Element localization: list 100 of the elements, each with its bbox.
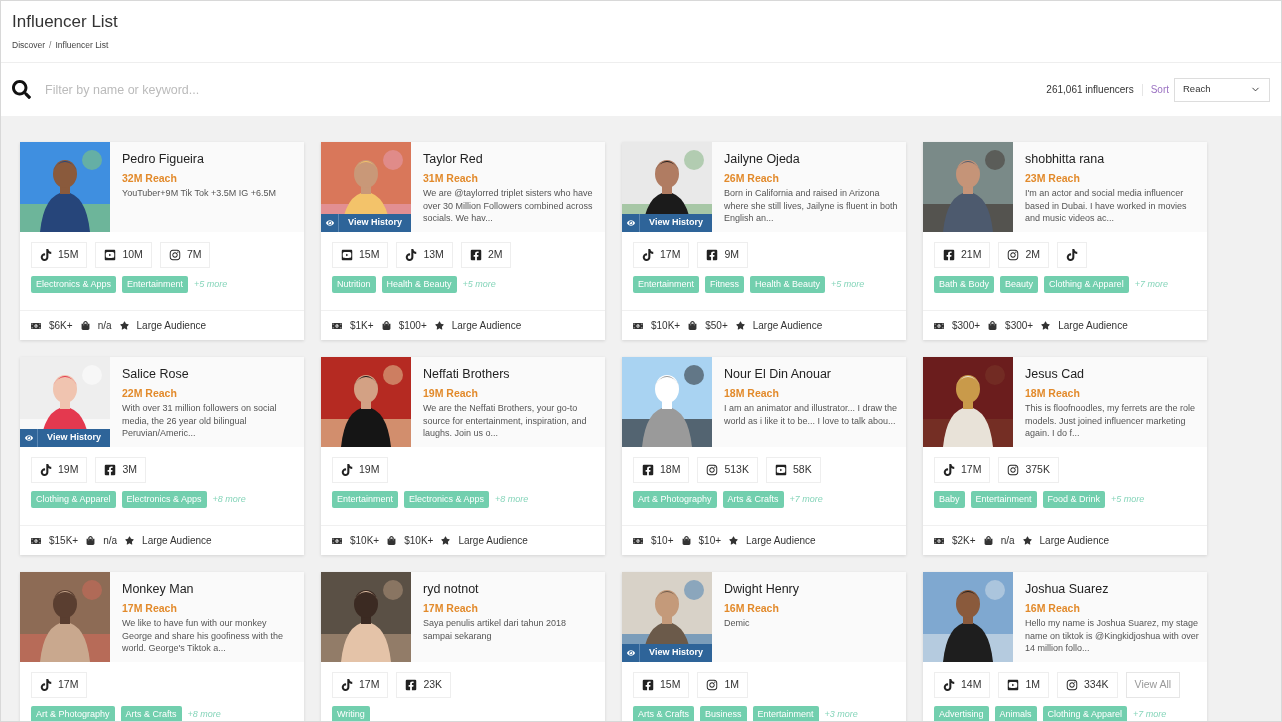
view-history-button[interactable]: View History bbox=[622, 644, 712, 662]
influencer-name[interactable]: Jesus Cad bbox=[1025, 366, 1199, 382]
bio-text: YouTuber+9M Tik Tok +3.5M IG +6.5M bbox=[122, 187, 276, 200]
category-tag: Entertainment bbox=[332, 491, 399, 508]
platform-stat: 13M bbox=[396, 242, 453, 268]
money-icon bbox=[332, 320, 342, 331]
category-tag: Art & Photography bbox=[31, 706, 115, 721]
product-value: n/a bbox=[1000, 534, 1015, 548]
platform-stat: 2M bbox=[998, 242, 1050, 268]
platform-stat: 17M bbox=[633, 242, 690, 268]
instagram-icon bbox=[706, 679, 719, 691]
money-icon bbox=[934, 535, 944, 546]
platform-stat: 513K bbox=[697, 457, 758, 483]
search-field[interactable]: Filter by name or keyword... bbox=[1, 63, 1047, 116]
reach-value: 31M Reach bbox=[423, 171, 479, 185]
influencer-card[interactable] bbox=[321, 357, 605, 555]
influencer-card[interactable] bbox=[622, 142, 906, 340]
facebook-icon bbox=[104, 464, 117, 476]
bio-text: We are @taylorred triplet sisters who have over 30 Million Followers combined across socials. We hav... bbox=[423, 187, 594, 225]
category-tag: Clothing & Apparel bbox=[1044, 276, 1129, 293]
influencer-name[interactable]: Neffati Brothers bbox=[423, 366, 597, 382]
price-value: $10K+ bbox=[651, 319, 681, 333]
influencer-card[interactable]: View History Dwight Henry 16M Reach Demic 15M 1M Arts & Crafts Business Entertainment +3 more bbox=[622, 572, 906, 721]
influencer-card[interactable] bbox=[923, 142, 1207, 340]
influencer-name[interactable]: shobhitta rana bbox=[1025, 151, 1199, 167]
product-value: $10+ bbox=[698, 534, 722, 548]
instagram-icon bbox=[1007, 464, 1020, 476]
category-tag: Electronics & Apps bbox=[121, 491, 207, 508]
influencer-card[interactable] bbox=[622, 357, 906, 555]
platform-stat: 17M bbox=[332, 672, 389, 698]
platform-stat: 19M bbox=[332, 457, 389, 483]
influencer-card[interactable]: Monkey Man 17M Reach We like to have fun with our monkey George and share his goofiness with the world. George's Tiktok a... 17M Art & Photography Arts & Crafts +8 more bbox=[20, 572, 304, 721]
influencer-card[interactable] bbox=[321, 142, 605, 340]
platform-stat: 19M bbox=[31, 457, 88, 483]
tiktok-icon bbox=[405, 249, 418, 261]
influencer-name[interactable]: Monkey Man bbox=[122, 581, 296, 597]
platform-stat: 15M bbox=[332, 242, 389, 268]
sort-dropdown[interactable]: Reach bbox=[1174, 77, 1270, 102]
tiktok-icon bbox=[943, 464, 955, 476]
category-tag: Health & Beauty bbox=[750, 276, 826, 293]
platform-stat: 15M bbox=[633, 672, 690, 698]
influencer-name[interactable]: Dwight Henry bbox=[724, 581, 800, 597]
reach-value: 18M Reach bbox=[724, 386, 780, 400]
bio-text: With over 31 million followers on social media, the 26 year old bilingual Peruvian/Americ... bbox=[122, 402, 278, 440]
bag-icon bbox=[381, 321, 391, 330]
category-tag: Entertainment bbox=[122, 276, 189, 293]
influencer-name[interactable]: Nour El Din Anouar bbox=[724, 366, 898, 382]
tiktok-icon bbox=[341, 679, 353, 691]
influencer-card[interactable] bbox=[20, 357, 304, 555]
price-value: $300+ bbox=[952, 319, 981, 333]
category-tag: Writing bbox=[332, 706, 370, 721]
platform-stat: 17M bbox=[934, 457, 991, 483]
page-title: Influencer List bbox=[12, 11, 119, 33]
influencer-card[interactable]: ryd notnot 17M Reach Saya penulis artikel dari tahun 2018 sampai sekarang 17M 23K Writing bbox=[321, 572, 605, 721]
product-value: n/a bbox=[103, 534, 118, 548]
tiktok-icon bbox=[341, 464, 353, 476]
category-tag: Fitness bbox=[705, 276, 745, 293]
bag-icon bbox=[86, 536, 96, 545]
influencer-card[interactable]: Jesus Cad 18M Reach This is floofnoodles, my ferrets are the role models. Just joined influencer marketing again. I do f... 17M 375K Baby Entertainment Food & Drink +5 more $2K+ n/a Large Audience bbox=[923, 357, 1207, 555]
influencer-name[interactable]: Joshua Suarez bbox=[1025, 581, 1199, 597]
influencer-name[interactable]: Pedro Figueira bbox=[122, 151, 276, 167]
instagram-icon bbox=[1007, 249, 1020, 261]
category-tag: Arts & Crafts bbox=[722, 491, 784, 508]
star-icon bbox=[125, 536, 135, 545]
reach-value: 19M Reach bbox=[423, 386, 479, 400]
platform-stat: 23K bbox=[396, 672, 452, 698]
audience-label: Large Audience bbox=[451, 319, 522, 333]
influencer-name[interactable]: Jailyne Ojeda bbox=[724, 151, 898, 167]
product-value: n/a bbox=[97, 319, 112, 333]
influencer-name[interactable]: Salice Rose bbox=[122, 366, 296, 382]
view-history-button[interactable]: View History bbox=[321, 214, 411, 232]
money-icon bbox=[633, 535, 643, 546]
category-tag: Entertainment bbox=[970, 491, 1037, 508]
price-value: $10+ bbox=[651, 534, 674, 548]
reach-value: 18M Reach bbox=[1025, 386, 1081, 400]
star-icon bbox=[1022, 536, 1032, 545]
audience-label: Large Audience bbox=[458, 534, 528, 548]
platform-stat: 18M bbox=[633, 457, 690, 483]
view-history-button[interactable]: View History bbox=[20, 429, 110, 447]
search-icon bbox=[12, 80, 31, 99]
price-value: $10K+ bbox=[350, 534, 380, 548]
influencer-name[interactable]: ryd notnot bbox=[423, 581, 597, 597]
platform-stat: 375K bbox=[998, 457, 1059, 483]
category-tag: Clothing & Apparel bbox=[31, 491, 116, 508]
bag-icon bbox=[983, 536, 993, 545]
price-value: $2K+ bbox=[952, 534, 976, 548]
youtube-icon bbox=[104, 249, 117, 261]
reach-value: 16M Reach bbox=[724, 601, 780, 615]
influencer-name[interactable]: Taylor Red bbox=[423, 151, 597, 167]
breadcrumb-item[interactable]: Discover bbox=[12, 39, 46, 52]
audience-label: Large Audience bbox=[752, 319, 823, 333]
reach-value: 17M Reach bbox=[122, 601, 178, 615]
youtube-icon bbox=[774, 464, 787, 476]
view-history-button[interactable]: View History bbox=[622, 214, 712, 232]
platform-stat: 21M bbox=[934, 242, 991, 268]
influencer-card[interactable]: Joshua Suarez 16M Reach Hello my name is Joshua Suarez, my stage name on tiktok is @Kingkidjoshua with over 14 million follo... 14M 1M 334K View All Advertising Animals Clothing & Apparel +7 more bbox=[923, 572, 1207, 721]
tiktok-icon bbox=[642, 249, 654, 261]
search-input[interactable]: Filter by name or keyword... bbox=[45, 74, 1047, 105]
influencer-card[interactable]: Pedro Figueira 32M Reach YouTuber+9M Tik Tok +3.5M IG +6.5M 15M 10M 7M Electronics & Apps Entertainment +5 more $6K+ n/a Large Audience bbox=[20, 142, 304, 340]
breadcrumb-separator: / bbox=[49, 39, 52, 52]
